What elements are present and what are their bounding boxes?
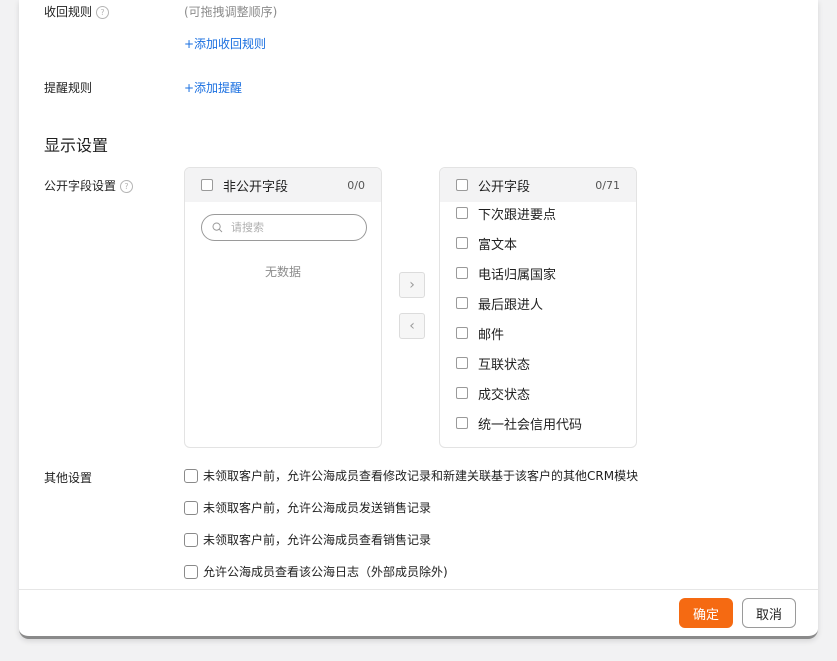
list-item[interactable]: 下次跟进要点 xyxy=(440,198,636,228)
select-all-checkbox[interactable] xyxy=(456,179,468,191)
public-fields-title: 公开字段 xyxy=(478,179,531,195)
field-checkbox[interactable] xyxy=(456,207,468,219)
option-checkbox-edit-records[interactable]: 未领取客户前，允许公海成员查看修改记录和新建关联基于该客户的其他CRM模块 xyxy=(184,467,638,484)
cancel-button[interactable]: 取消 xyxy=(742,598,796,628)
recall-rules-label: 收回规则 xyxy=(44,5,93,19)
list-item[interactable]: 成交状态 xyxy=(440,378,636,408)
option-label: 未领取客户前，允许公海成员查看销售记录 xyxy=(203,533,432,547)
public-fields-panel: 公开字段 0/71 下次跟进要点 富文本 电话归属国家 最后跟进人 邮件 互联状… xyxy=(439,167,637,448)
option-checkbox-view-sales-records[interactable]: 未领取客户前，允许公海成员查看销售记录 xyxy=(184,531,431,548)
option-label: 未领取客户前，允许公海成员发送销售记录 xyxy=(203,501,432,515)
chevron-left-icon: ‹ xyxy=(409,318,415,334)
field-name: 统一社会信用代码 xyxy=(478,417,583,433)
option-checkbox-view-pool-log[interactable]: 允许公海成员查看该公海日志（外部成员除外) xyxy=(184,563,448,580)
reminder-rules-label: 提醒规则 xyxy=(44,81,93,95)
other-settings-label: 其他设置 xyxy=(44,471,93,485)
public-pool-settings-dialog: 收回规则? (可拖拽调整顺序) +添加收回规则 提醒规则 +添加提醒 显示设置 … xyxy=(19,0,818,639)
option-label: 允许公海成员查看该公海日志（外部成员除外) xyxy=(203,565,448,579)
field-checkbox[interactable] xyxy=(456,267,468,279)
empty-state-text: 无数据 xyxy=(264,265,301,279)
public-fields-label-text: 公开字段设置 xyxy=(44,179,117,193)
non-public-fields-count: 0/0 xyxy=(347,178,365,192)
confirm-button[interactable]: 确定 xyxy=(679,598,733,628)
public-fields-setting-label: 公开字段设置? xyxy=(44,177,134,194)
recall-rules-hint: (可拖拽调整顺序) xyxy=(184,5,278,19)
public-fields-list[interactable]: 下次跟进要点 富文本 电话归属国家 最后跟进人 邮件 互联状态 成交状态 统一社… xyxy=(440,198,636,447)
move-to-right-button[interactable]: › xyxy=(399,272,425,298)
field-checkbox[interactable] xyxy=(456,357,468,369)
add-reminder-link[interactable]: +添加提醒 xyxy=(184,79,242,96)
checkbox[interactable] xyxy=(184,468,198,483)
footer-divider xyxy=(19,589,818,590)
non-public-fields-panel: 非公开字段 0/0 无数据 xyxy=(184,167,382,448)
search-icon xyxy=(212,222,223,233)
move-to-left-button[interactable]: ‹ xyxy=(399,313,425,339)
field-checkbox[interactable] xyxy=(456,297,468,309)
field-checkbox[interactable] xyxy=(456,387,468,399)
field-checkbox[interactable] xyxy=(456,417,468,429)
list-item[interactable]: 统一社会信用代码 xyxy=(440,408,636,438)
recall-rules-row-label: 收回规则? xyxy=(44,3,110,20)
field-name: 邮件 xyxy=(478,327,505,343)
checkbox[interactable] xyxy=(184,500,198,515)
non-public-fields-header: 非公开字段 0/0 xyxy=(185,168,381,202)
field-name: 富文本 xyxy=(478,237,518,253)
select-all-checkbox[interactable] xyxy=(201,179,213,191)
list-item[interactable]: 富文本 xyxy=(440,228,636,258)
add-recall-rule-link[interactable]: +添加收回规则 xyxy=(184,35,266,52)
public-fields-count: 0/71 xyxy=(595,178,620,192)
field-search-input[interactable] xyxy=(229,220,353,235)
list-item[interactable]: 电话归属国家 xyxy=(440,258,636,288)
field-name: 下次跟进要点 xyxy=(478,207,557,223)
display-settings-title: 显示设置 xyxy=(44,136,109,155)
non-public-fields-title: 非公开字段 xyxy=(223,179,289,195)
list-item[interactable]: 互联状态 xyxy=(440,348,636,378)
list-item[interactable]: 邮件 xyxy=(440,318,636,348)
field-checkbox[interactable] xyxy=(456,237,468,249)
list-item[interactable]: 最后跟进人 xyxy=(440,288,636,318)
option-label: 未领取客户前，允许公海成员查看修改记录和新建关联基于该客户的其他CRM模块 xyxy=(203,469,639,483)
help-icon[interactable]: ? xyxy=(96,6,110,19)
field-name: 电话归属国家 xyxy=(478,267,557,283)
field-checkbox[interactable] xyxy=(456,327,468,339)
field-name: 互联状态 xyxy=(478,357,531,373)
field-name: 成交状态 xyxy=(478,387,531,403)
public-fields-header: 公开字段 0/71 xyxy=(440,168,636,202)
field-search-box[interactable] xyxy=(201,214,367,241)
chevron-right-icon: › xyxy=(409,277,415,293)
checkbox[interactable] xyxy=(184,564,198,579)
field-name: 最后跟进人 xyxy=(478,297,544,313)
help-icon[interactable]: ? xyxy=(120,180,134,193)
option-checkbox-send-sales-records[interactable]: 未领取客户前，允许公海成员发送销售记录 xyxy=(184,499,431,516)
checkbox[interactable] xyxy=(184,532,198,547)
